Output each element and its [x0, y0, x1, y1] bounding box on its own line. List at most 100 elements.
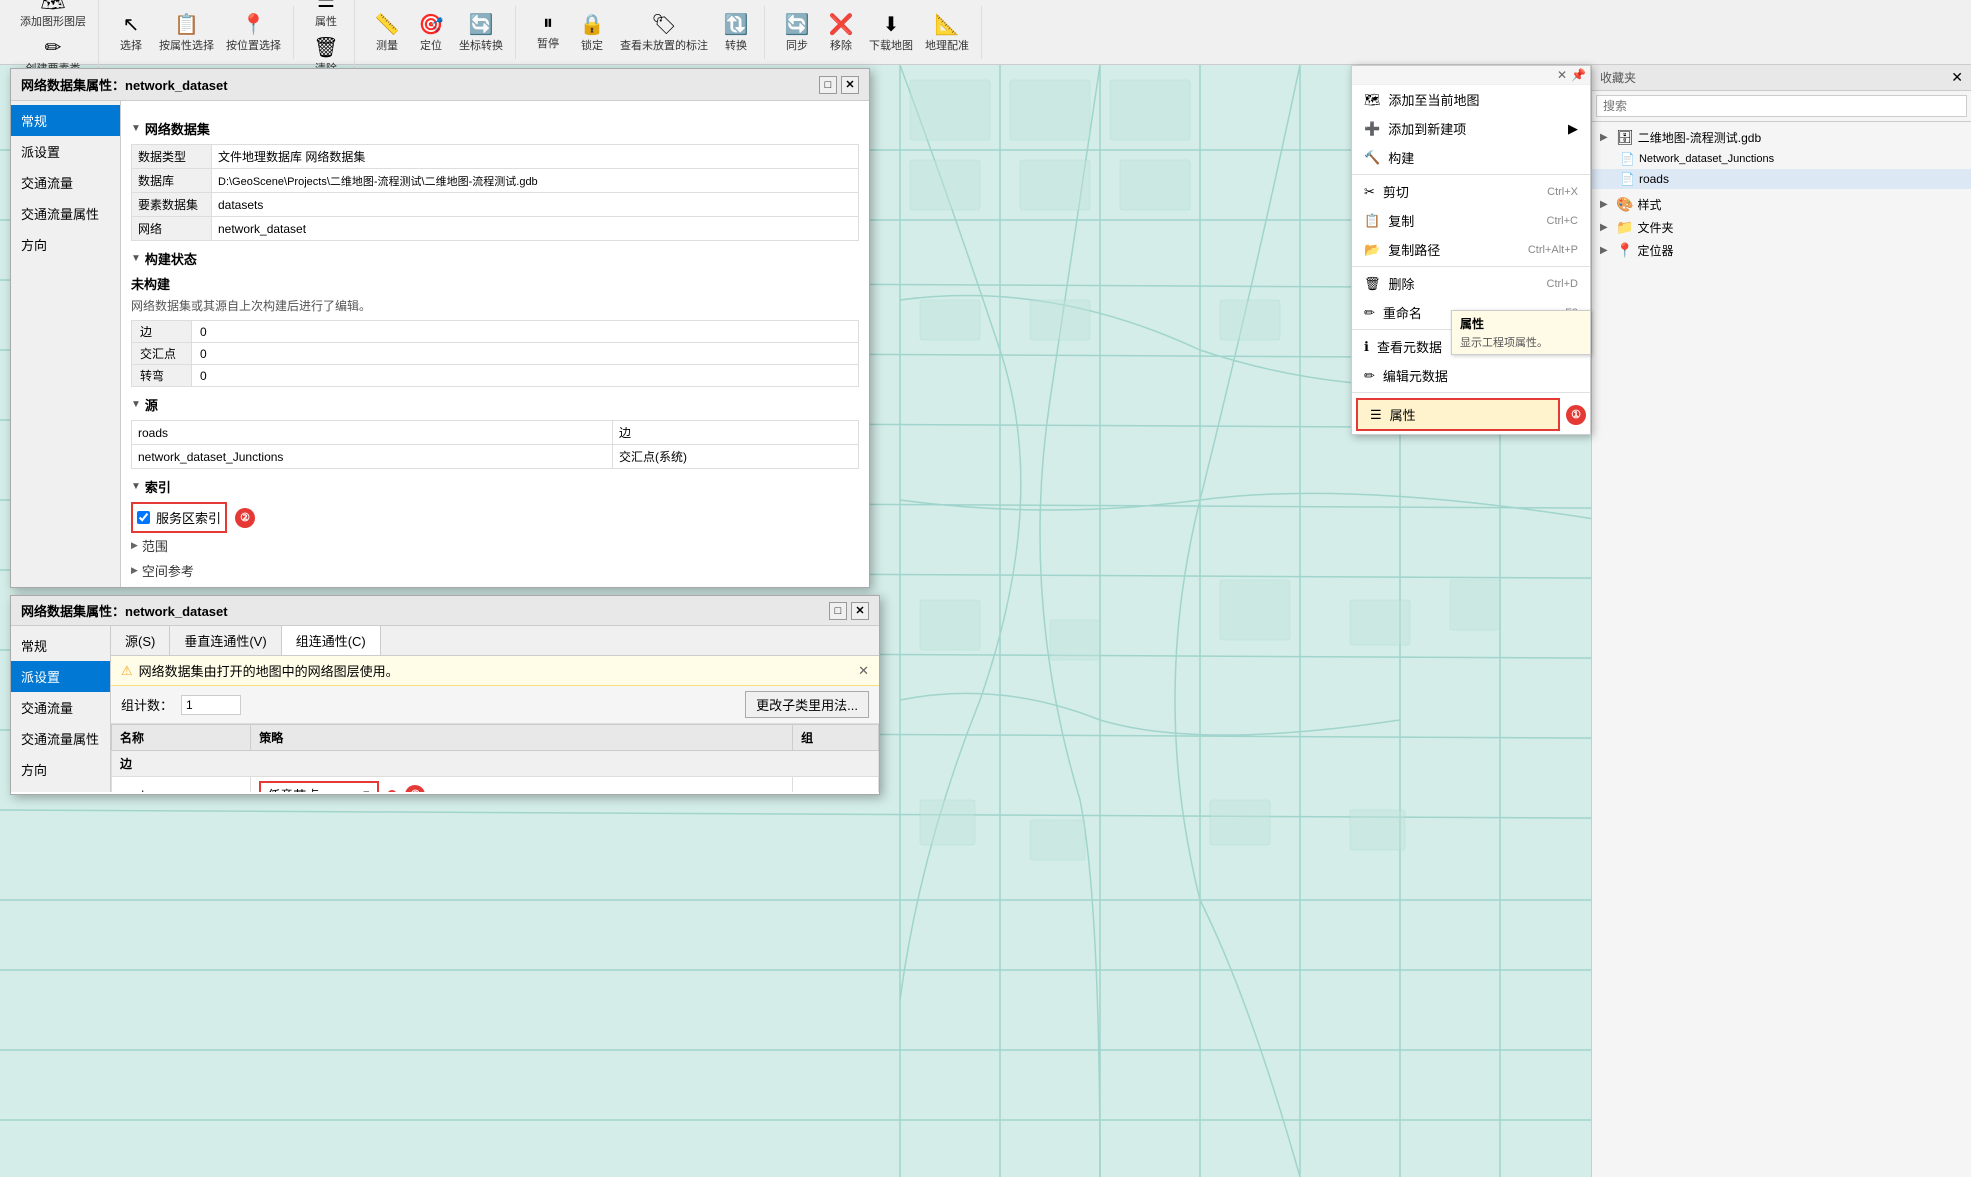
extent-row[interactable]: 范围: [131, 533, 859, 558]
bottom-sidebar-directions-label: 方向: [21, 763, 47, 778]
download-map-btn[interactable]: ⬇ 下载地图: [865, 10, 917, 55]
bottom-sidebar-traffic-attrs-label: 交通流量属性: [21, 732, 99, 747]
dialog-minimize-btn[interactable]: □: [819, 76, 837, 94]
dialog-close-btn[interactable]: ✕: [841, 76, 859, 94]
context-menu-pin[interactable]: 📌: [1571, 68, 1586, 82]
add-graphic-layer-btn[interactable]: 🗺 添加图形图层: [16, 0, 90, 31]
select-btn[interactable]: ↖ 选择: [111, 10, 151, 55]
panel-minimize-icon[interactable]: ✕: [1951, 69, 1963, 86]
policy-dropdown[interactable]: 任意节点 ▼: [259, 781, 379, 792]
sidebar-general[interactable]: 常规: [11, 105, 120, 136]
select-label: 选择: [120, 37, 142, 53]
menu-copy-path[interactable]: 📂 复制路径 Ctrl+Alt+P: [1352, 235, 1590, 264]
bottom-dialog-minimize[interactable]: □: [829, 602, 847, 620]
top-dialog-title: 网络数据集属性：network_dataset: [21, 75, 228, 94]
spatial-ref-row[interactable]: 空间参考: [131, 558, 859, 583]
bottom-sidebar-general[interactable]: 常规: [11, 630, 110, 661]
select-icon: ↖: [123, 12, 140, 37]
roads-label: roads: [1639, 172, 1669, 186]
sidebar-directions[interactable]: 方向: [11, 229, 120, 260]
remove-btn[interactable]: ❌ 移除: [821, 10, 861, 55]
menu-build[interactable]: 🔨 构建: [1352, 143, 1590, 172]
convert-btn[interactable]: 🔃 转换: [716, 10, 756, 55]
annotation-1: ①: [1566, 405, 1586, 425]
unplaced-label: 查看未放置的标注: [620, 37, 708, 53]
right-panel-search[interactable]: [1596, 95, 1967, 117]
warning-bar: ⚠ 网络数据集由打开的地图中的网络图层使用。 ✕: [111, 656, 879, 686]
policy-value: 任意节点: [267, 785, 319, 792]
folders-label: 文件夹: [1637, 219, 1673, 236]
network-key: 网络: [132, 217, 212, 241]
bottom-sidebar-traffic-attrs[interactable]: 交通流量属性: [11, 723, 110, 754]
tab-vertical[interactable]: 垂直连通性(V): [170, 626, 281, 655]
menu-add-to-map[interactable]: 🗺 添加至当前地图: [1352, 85, 1590, 114]
warning-close-btn[interactable]: ✕: [858, 663, 869, 679]
tab-source-label: 源(S): [125, 634, 155, 649]
edit-meta-icon: ✏: [1364, 368, 1375, 384]
bottom-dialog-close[interactable]: ✕: [851, 602, 869, 620]
extent-label: 范围: [142, 536, 168, 555]
bottom-sidebar-directions[interactable]: 方向: [11, 754, 110, 785]
sync-btn[interactable]: 🔄 同步: [777, 10, 817, 55]
sidebar-traffic-label: 交通流量: [21, 176, 73, 191]
service-index-checkbox[interactable]: [137, 511, 150, 524]
georef-btn[interactable]: 📐 地理配准: [921, 10, 973, 55]
lock-btn[interactable]: 🔒 锁定: [572, 10, 612, 55]
data-table-container: 名称 策略 组 边 roads: [111, 724, 879, 792]
coord-convert-btn[interactable]: 🔄 坐标转换: [455, 10, 507, 55]
sidebar-traffic-attrs[interactable]: 交通流量属性: [11, 198, 120, 229]
context-menu-close[interactable]: ✕: [1557, 68, 1567, 82]
tolerance-row[interactable]: 空间域、分辨率和容差: [131, 583, 859, 587]
tree-item-junctions[interactable]: 📄 Network_dataset_Junctions: [1592, 149, 1971, 169]
tree-item-gdb[interactable]: ▶ 🗄 二维地图-流程测试.gdb: [1592, 126, 1971, 149]
locators-label: 定位器: [1637, 242, 1673, 259]
tree-item-folders[interactable]: ▶ 📁 文件夹: [1592, 216, 1971, 239]
tooltip-title: 属性: [1460, 315, 1582, 332]
view-unplaced-btn[interactable]: 🏷 查看未放置的标注: [616, 10, 712, 55]
menu-delete[interactable]: 🗑 删除 Ctrl+D: [1352, 269, 1590, 298]
tree-item-styles[interactable]: ▶ 🎨 样式: [1592, 193, 1971, 216]
rename-label: 重命名: [1383, 303, 1422, 322]
locate-btn[interactable]: 🎯 定位: [411, 10, 451, 55]
tab-source[interactable]: 源(S): [111, 626, 170, 655]
select-by-location-btn[interactable]: 📍 按位置选择: [222, 10, 285, 55]
bottom-properties-dialog: 网络数据集属性：network_dataset □ ✕ 常规 派设置 交通流量 …: [10, 595, 880, 795]
sidebar-directions-label: 方向: [21, 238, 47, 253]
menu-add-to-new[interactable]: ➕ 添加到新建项 ▶: [1352, 114, 1590, 143]
top-properties-dialog: 网络数据集属性：network_dataset □ ✕ 常规 派设置 交通流量 …: [10, 68, 870, 588]
table-row: 交汇点 0: [132, 343, 859, 365]
bottom-sidebar-sources[interactable]: 派设置: [11, 661, 110, 692]
sidebar-traffic-attrs-label: 交通流量属性: [21, 207, 99, 222]
properties-btn[interactable]: ☰ 属性: [306, 0, 346, 31]
georef-label: 地理配准: [925, 37, 969, 53]
pause-btn[interactable]: ⏸ 暂停: [528, 10, 568, 55]
bottom-dialog-tabs: 源(S) 垂直连通性(V) 组连通性(C): [111, 626, 879, 656]
tab-vertical-label: 垂直连通性(V): [184, 634, 266, 649]
lock-icon: 🔒: [580, 12, 605, 37]
group-count-input[interactable]: [181, 695, 241, 715]
sidebar-traffic[interactable]: 交通流量: [11, 167, 120, 198]
bottom-content-header: 组计数： 更改子类里用法...: [111, 686, 879, 724]
roads-data-row: roads 任意节点 ▼ ③: [112, 777, 879, 793]
change-method-btn[interactable]: 更改子类里用法...: [745, 691, 869, 718]
col-policy: 策略: [251, 725, 793, 751]
download-label: 下载地图: [869, 37, 913, 53]
select-loc-icon: 📍: [241, 12, 266, 37]
tolerance-label: 空间域、分辨率和容差: [142, 586, 272, 587]
select-by-attribute-btn[interactable]: 📋 按属性选择: [155, 10, 218, 55]
measure-btn[interactable]: 📏 测量: [367, 10, 407, 55]
georef-icon: 📐: [935, 12, 960, 37]
feature-dataset-key: 要素数据集: [132, 193, 212, 217]
menu-cut[interactable]: ✂ 剪切 Ctrl+X: [1352, 177, 1590, 206]
menu-copy[interactable]: 📋 复制 Ctrl+C: [1352, 206, 1590, 235]
sidebar-sources[interactable]: 派设置: [11, 136, 120, 167]
menu-properties[interactable]: ☰ 属性: [1356, 398, 1560, 431]
tree-item-locators[interactable]: ▶ 📍 定位器: [1592, 239, 1971, 262]
bottom-sidebar-traffic[interactable]: 交通流量: [11, 692, 110, 723]
menu-edit-meta[interactable]: ✏ 编辑元数据: [1352, 361, 1590, 390]
bottom-sidebar-general-label: 常规: [21, 639, 47, 654]
tab-group[interactable]: 组连通性(C): [282, 626, 381, 655]
download-icon: ⬇: [883, 12, 900, 37]
junction-key: 交汇点: [132, 343, 192, 365]
tree-item-roads[interactable]: 📄 roads: [1592, 169, 1971, 189]
